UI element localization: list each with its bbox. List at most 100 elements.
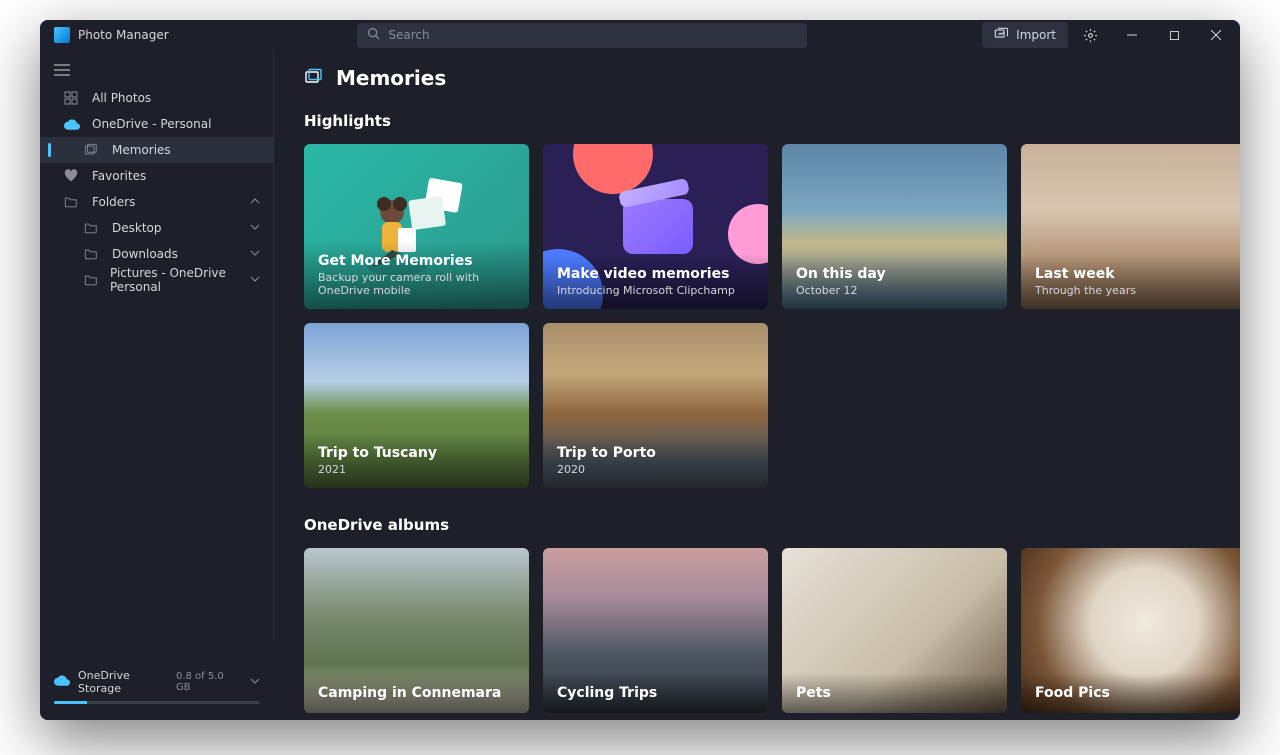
albums-grid: Camping in ConnemaraCycling TripsPetsFoo… [304,548,1210,713]
settings-button[interactable] [1070,20,1110,50]
page-title-row: Memories [304,66,1210,90]
card-get-more-memories[interactable]: Get More Memories Backup your camera roll… [304,144,529,309]
card-trip-to-porto[interactable]: Trip to Porto 2020 [543,323,768,488]
card-title: Trip to Porto [557,445,754,461]
search-placeholder: Search [388,28,429,42]
card-cycling-trips[interactable]: Cycling Trips [543,548,768,713]
card-subtitle: Introducing Microsoft Clipchamp [557,284,754,297]
card-title: Last week [1035,266,1232,282]
minimize-button[interactable] [1112,20,1152,50]
section-heading-highlights: Highlights [304,112,1210,130]
import-icon [994,27,1008,44]
card-overlay: Get More Memories Backup your camera roll… [304,241,529,309]
heart-icon [64,169,80,183]
clapper-icon [623,199,693,254]
import-label: Import [1016,28,1056,42]
close-button[interactable] [1196,20,1236,50]
card-overlay: Camping in Connemara [304,673,529,713]
sidebar-item-label: Folders [92,195,135,209]
sidebar-item-memories[interactable]: Memories [40,137,274,163]
sidebar-item-all-photos[interactable]: All Photos [40,85,274,111]
titlebar-center: Search [183,23,983,48]
chevron-up-icon [250,195,260,209]
maximize-button[interactable] [1154,20,1194,50]
memories-icon [304,68,324,88]
storage-fill [54,701,87,704]
sidebar-item-label: Pictures - OneDrive Personal [110,266,250,294]
hamburger-button[interactable] [40,56,274,85]
storage-label: OneDrive Storage [78,669,168,695]
section-heading-albums: OneDrive albums [304,516,1210,534]
sidebar-item-onedrive-personal[interactable]: OneDrive - Personal [40,111,274,137]
search-icon [367,27,380,43]
body: All Photos OneDrive - Personal Memories Fav… [40,50,1240,720]
card-subtitle: 2021 [318,463,515,476]
nav: All Photos OneDrive - Personal Memories Fav… [40,85,274,293]
page-title: Memories [336,66,446,90]
highlights-grid: Get More Memories Backup your camera roll… [304,144,1210,488]
chevron-down-icon [250,273,260,287]
card-trip-to-tuscany[interactable]: Trip to Tuscany 2021 [304,323,529,488]
card-title: Food Pics [1035,685,1232,701]
titlebar-right: Import [982,20,1240,50]
folder-icon [64,195,80,209]
sidebar-item-downloads[interactable]: Downloads [40,241,274,267]
card-subtitle: 2020 [557,463,754,476]
folder-icon [84,221,100,235]
card-subtitle: Backup your camera roll with OneDrive mo… [318,271,515,297]
cloud-icon [54,675,70,689]
card-subtitle: Through the years [1035,284,1232,297]
sidebar-item-desktop[interactable]: Desktop [40,215,274,241]
sidebar-item-folders[interactable]: Folders [40,189,274,215]
card-overlay: Last week Through the years [1021,254,1240,309]
grid-icon [64,91,80,105]
card-pets[interactable]: Pets [782,548,1007,713]
folder-icon [84,273,98,287]
titlebar: Photo Manager Search Import [40,20,1240,50]
sidebar-item-label: Desktop [112,221,162,235]
card-subtitle: October 12 [796,284,993,297]
folder-icon [84,247,100,261]
content[interactable]: Memories Highlights Get More Memories Bac… [274,50,1240,720]
search-input[interactable]: Search [357,23,807,48]
card-overlay: Pets [782,673,1007,713]
card-food-pics[interactable]: Food Pics [1021,548,1240,713]
app-window: Photo Manager Search Import [40,20,1240,720]
storage-row[interactable]: OneDrive Storage 0.8 of 5.0 GB [54,669,260,695]
app-title-text: Photo Manager [78,28,169,42]
card-title: Pets [796,685,993,701]
sidebar-item-label: Memories [112,143,171,157]
card-title: Cycling Trips [557,685,754,701]
app-title: Photo Manager [40,27,183,43]
sidebar-item-label: Downloads [112,247,178,261]
sidebar-item-label: All Photos [92,91,151,105]
sidebar: All Photos OneDrive - Personal Memories Fav… [40,50,274,720]
card-on-this-day[interactable]: On this day October 12 [782,144,1007,309]
card-title: Get More Memories [318,253,515,269]
card-overlay: Make video memoriesIntroducing Microsoft… [543,254,768,309]
card-overlay: Cycling Trips [543,673,768,713]
sidebar-item-label: Favorites [92,169,146,183]
sidebar-item-favorites[interactable]: Favorites [40,163,274,189]
storage-value: 0.8 of 5.0 GB [176,671,236,693]
memories-icon [84,143,100,157]
chevron-down-icon [250,676,260,689]
card-overlay: On this day October 12 [782,254,1007,309]
card-overlay: Trip to Porto 2020 [543,433,768,488]
card-make-video-memories[interactable]: Make video memoriesIntroducing Microsoft… [543,144,768,309]
sidebar-item-pictures-onedrive-personal[interactable]: Pictures - OneDrive Personal [40,267,274,293]
card-title: On this day [796,266,993,282]
cloud-icon [64,119,80,130]
card-camping-in-connemara[interactable]: Camping in Connemara [304,548,529,713]
chevron-down-icon [250,247,260,261]
storage-panel: OneDrive Storage 0.8 of 5.0 GB [40,659,274,720]
chevron-down-icon [250,221,260,235]
import-button[interactable]: Import [982,22,1068,48]
storage-bar [54,701,260,704]
card-last-week[interactable]: Last week Through the years [1021,144,1240,309]
card-title: Camping in Connemara [318,685,515,701]
card-title: Trip to Tuscany [318,445,515,461]
app-icon [54,27,70,43]
card-overlay: Trip to Tuscany 2021 [304,433,529,488]
card-overlay: Food Pics [1021,673,1240,713]
